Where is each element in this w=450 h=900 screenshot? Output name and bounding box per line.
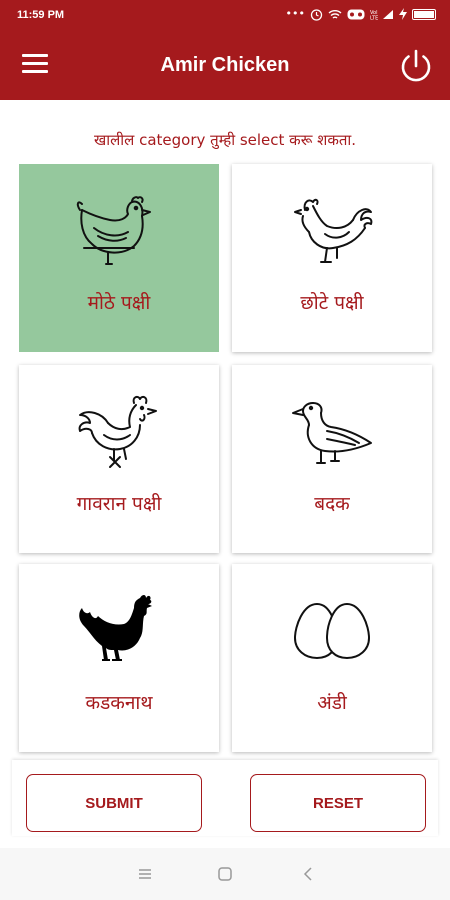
- category-label: मोठे पक्षी: [87, 292, 151, 314]
- battery-icon: [412, 8, 436, 20]
- category-tile-country-birds[interactable]: गावरान पक्षी: [19, 365, 219, 553]
- rooster-outline-icon: [294, 198, 373, 263]
- category-tile-eggs[interactable]: अंडी: [232, 564, 432, 752]
- home-icon[interactable]: [215, 864, 235, 884]
- app-bar: Amir Chicken: [0, 34, 450, 100]
- back-icon[interactable]: [298, 864, 318, 884]
- category-label: गावरान पक्षी: [76, 493, 162, 515]
- hen-outline-icon: [76, 196, 151, 265]
- svg-text:LTE: LTE: [370, 15, 378, 20]
- power-icon[interactable]: [396, 46, 436, 86]
- signal-icon: VolLTE: [370, 9, 393, 20]
- recent-apps-icon[interactable]: [135, 864, 155, 884]
- category-label: बदक: [314, 493, 350, 515]
- status-icons: ••• Vol LTE: [286, 7, 436, 21]
- status-time: 11:59 PM: [17, 9, 65, 21]
- vr-icon: [347, 9, 365, 19]
- duck-icon: [292, 402, 372, 464]
- wifi-icon: [328, 10, 342, 19]
- submit-button[interactable]: SUBMIT: [26, 774, 202, 832]
- reset-button[interactable]: RESET: [250, 774, 426, 832]
- system-nav-bar: [0, 848, 450, 900]
- category-label: छोटे पक्षी: [300, 292, 364, 314]
- category-subtitle: खालील category तुम्ही select करू शकता.: [93, 131, 357, 149]
- category-tile-big-birds[interactable]: मोठे पक्षी: [19, 164, 219, 352]
- category-label: कडकनाथ: [85, 692, 153, 714]
- status-bar: 11:59 PM ••• Vol LTE: [0, 0, 450, 34]
- eggs-icon: [293, 602, 371, 660]
- category-tile-duck[interactable]: बदक: [232, 365, 432, 553]
- action-bar: SUBMIT RESET: [12, 760, 438, 836]
- dots-icon: •••: [285, 7, 305, 20]
- main-content: खालील category तुम्ही select करू शकता. म…: [0, 100, 450, 848]
- app-title: Amir Chicken: [160, 54, 290, 76]
- category-label: अंडी: [317, 692, 347, 714]
- black-rooster-icon: [79, 595, 152, 661]
- charge-icon: [399, 8, 407, 20]
- alarm-icon: [310, 8, 323, 21]
- category-tile-small-birds[interactable]: छोटे पक्षी: [232, 164, 432, 352]
- country-rooster-icon: [78, 395, 157, 468]
- category-tile-kadaknath[interactable]: कडकनाथ: [19, 564, 219, 752]
